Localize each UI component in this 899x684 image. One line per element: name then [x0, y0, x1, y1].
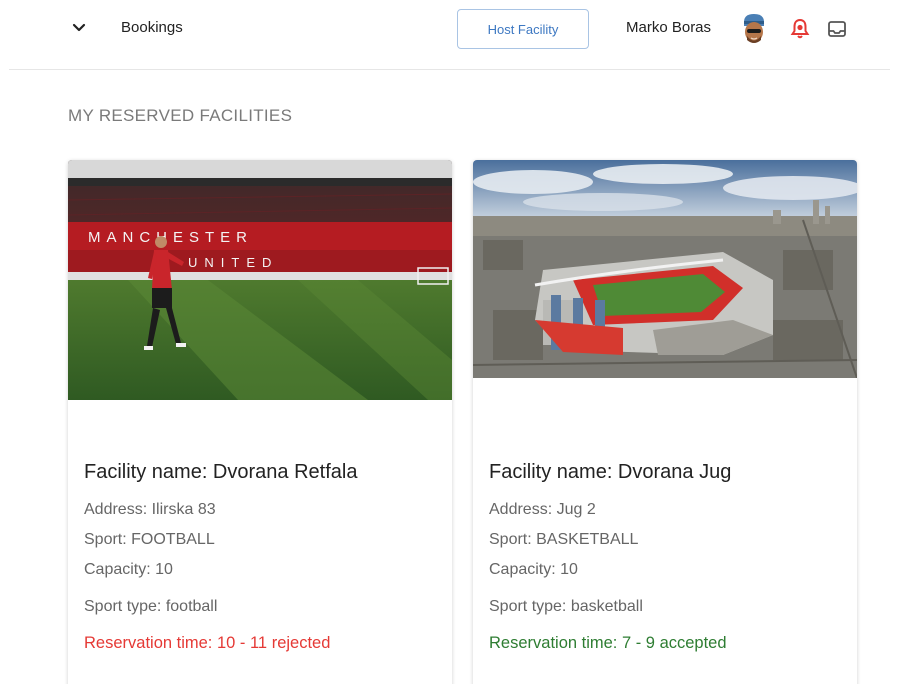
facility-image-stadium-pitch: MANCHESTER UNITED	[68, 160, 452, 400]
svg-text:MANCHESTER: MANCHESTER	[88, 229, 253, 246]
facility-card[interactable]: MANCHESTER UNITED Facility name: Dvorana…	[68, 160, 452, 684]
bell-icon[interactable]	[790, 18, 810, 40]
facility-details: Facility name: Dvorana Retfala Address: …	[84, 458, 436, 652]
section-title: MY RESERVED FACILITIES	[68, 106, 293, 125]
facility-sport-type: Sport type: football	[84, 598, 218, 615]
facility-image-stadium-aerial	[473, 160, 857, 378]
avatar[interactable]	[740, 12, 768, 46]
inbox-icon[interactable]	[827, 19, 847, 39]
user-name: Marko Boras	[626, 19, 712, 36]
facility-capacity: Capacity: 10	[84, 561, 173, 578]
facility-sport: Sport: BASKETBALL	[489, 531, 639, 548]
facility-name: Facility name: Dvorana Jug	[489, 461, 732, 483]
facility-card[interactable]: Facility name: Dvorana Jug Address: Jug …	[473, 160, 857, 684]
reservation-status: Reservation time: 10 - 11 rejected	[84, 634, 331, 652]
nav-bookings-label[interactable]: Bookings	[121, 19, 183, 36]
facility-address: Address: Jug 2	[489, 501, 596, 518]
header-divider	[9, 69, 890, 70]
facility-sport-type: Sport type: basketball	[489, 598, 643, 615]
host-facility-button[interactable]: Host Facility	[457, 9, 589, 49]
facility-address: Address: Ilirska 83	[84, 501, 216, 518]
facility-name: Facility name: Dvorana Retfala	[84, 461, 358, 483]
facility-sport: Sport: FOOTBALL	[84, 531, 215, 548]
reservation-status: Reservation time: 7 - 9 accepted	[489, 634, 727, 652]
facility-capacity: Capacity: 10	[489, 561, 578, 578]
chevron-down-icon[interactable]	[68, 17, 90, 39]
facility-details: Facility name: Dvorana Jug Address: Jug …	[489, 458, 841, 652]
svg-text:UNITED: UNITED	[188, 255, 278, 270]
top-navigation-bar: Bookings Host Facility Marko Boras	[0, 0, 899, 70]
